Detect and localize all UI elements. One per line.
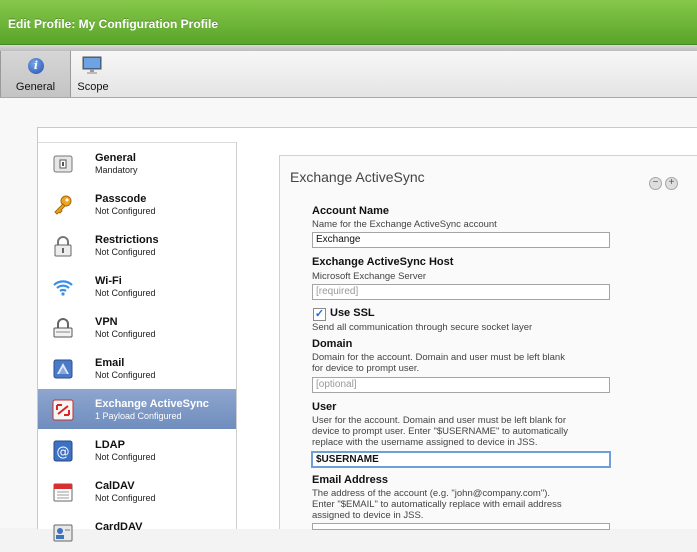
toolbar: i General Scope <box>0 51 697 98</box>
sidebar-item-name: CalDAV <box>95 480 135 492</box>
add-payload-button[interactable]: + <box>665 177 678 190</box>
sidebar-item-status: Not Configured <box>95 206 156 216</box>
sidebar-item-status: Not Configured <box>95 370 156 380</box>
window-title: Edit Profile: My Configuration Profile <box>8 17 218 31</box>
tab-scope[interactable]: Scope <box>70 51 116 97</box>
use-ssl-checkbox[interactable]: ✓ <box>313 308 326 321</box>
account-name-desc: Name for the Exchange ActiveSync account <box>312 219 497 230</box>
user-label: User <box>312 401 337 413</box>
ldap-at-icon: @ <box>53 440 73 462</box>
tab-general[interactable]: i General <box>0 51 71 97</box>
host-label: Exchange ActiveSync Host <box>312 256 454 268</box>
sidebar-item-status: Mandatory <box>95 165 138 175</box>
sidebar-item-name: General <box>95 152 136 164</box>
sidebar-item-status: Not Configured <box>95 329 156 339</box>
tab-general-label: General <box>15 81 56 93</box>
sidebar-item-exchange-activesync[interactable]: Exchange ActiveSync 1 Payload Configured <box>38 389 236 429</box>
mail-icon <box>53 359 73 379</box>
domain-desc-1: Domain for the account. Domain and user … <box>312 352 565 363</box>
sidebar-item-status: Not Configured <box>95 247 156 257</box>
info-icon: i <box>28 58 44 74</box>
key-icon <box>54 195 72 215</box>
payload-sidebar: General Mandatory Passcode Not Configure… <box>38 142 237 542</box>
general-icon <box>53 155 73 173</box>
use-ssl-label: Use SSL <box>330 307 375 319</box>
host-desc: Microsoft Exchange Server <box>312 271 427 282</box>
vpn-lock-icon <box>53 318 73 338</box>
user-desc-3: replace with the username assigned to de… <box>312 437 538 448</box>
sidebar-item-status: Not Configured <box>95 452 156 462</box>
sidebar-item-name: Exchange ActiveSync <box>95 398 209 410</box>
email-address-input[interactable] <box>312 523 610 530</box>
sidebar-item-ldap[interactable]: @ LDAP Not Configured <box>38 430 236 470</box>
email-address-desc-3: assigned to device in JSS. <box>312 510 424 521</box>
sidebar-item-general[interactable]: General Mandatory <box>38 143 236 183</box>
user-desc-1: User for the account. Domain and user mu… <box>312 415 566 426</box>
account-name-input[interactable]: Exchange <box>312 232 610 248</box>
svg-text:@: @ <box>57 445 70 460</box>
sidebar-item-name: Wi-Fi <box>95 275 122 287</box>
email-address-desc-2: Enter "$EMAIL" to automatically replace … <box>312 499 562 510</box>
domain-input[interactable]: [optional] <box>312 377 610 393</box>
domain-desc-2: for device to prompt user. <box>312 363 420 374</box>
email-address-desc-1: The address of the account (e.g. "john@c… <box>312 488 550 499</box>
sidebar-item-carddav[interactable]: CardDAV <box>38 512 236 552</box>
sidebar-item-name: Passcode <box>95 193 147 205</box>
calendar-icon <box>53 483 73 502</box>
sidebar-item-wifi[interactable]: Wi-Fi Not Configured <box>38 266 236 306</box>
sidebar-item-name: VPN <box>95 316 118 328</box>
sidebar-item-email[interactable]: Email Not Configured <box>38 348 236 388</box>
account-name-label: Account Name <box>312 205 390 217</box>
email-address-label: Email Address <box>312 474 389 486</box>
domain-label: Domain <box>312 338 353 350</box>
remove-payload-button[interactable]: − <box>649 177 662 190</box>
sidebar-item-name: CardDAV <box>95 521 143 533</box>
monitor-icon <box>82 56 102 74</box>
exchange-icon <box>52 399 74 421</box>
sidebar-item-restrictions[interactable]: Restrictions Not Configured <box>38 225 236 265</box>
panel-title: Exchange ActiveSync <box>290 169 425 185</box>
use-ssl-desc: Send all communication through secure so… <box>312 322 533 333</box>
sidebar-item-caldav[interactable]: CalDAV Not Configured <box>38 471 236 511</box>
sidebar-item-status: 1 Payload Configured <box>95 411 182 421</box>
wifi-icon <box>53 280 73 296</box>
title-bar: Edit Profile: My Configuration Profile <box>0 0 697 45</box>
sidebar-item-name: LDAP <box>95 439 125 451</box>
sidebar-item-name: Restrictions <box>95 234 159 246</box>
sidebar-item-status: Not Configured <box>95 288 156 298</box>
host-input[interactable]: [required] <box>312 284 610 300</box>
contacts-icon <box>53 524 73 542</box>
padlock-icon <box>54 236 72 257</box>
user-desc-2: device to prompt user. Enter "$USERNAME"… <box>312 426 568 437</box>
sidebar-item-passcode[interactable]: Passcode Not Configured <box>38 184 236 224</box>
user-input[interactable]: $USERNAME <box>311 451 611 468</box>
sidebar-item-name: Email <box>95 357 125 369</box>
sidebar-item-status: Not Configured <box>95 493 156 503</box>
sidebar-item-vpn[interactable]: VPN Not Configured <box>38 307 236 347</box>
tab-scope-label: Scope <box>77 81 109 93</box>
